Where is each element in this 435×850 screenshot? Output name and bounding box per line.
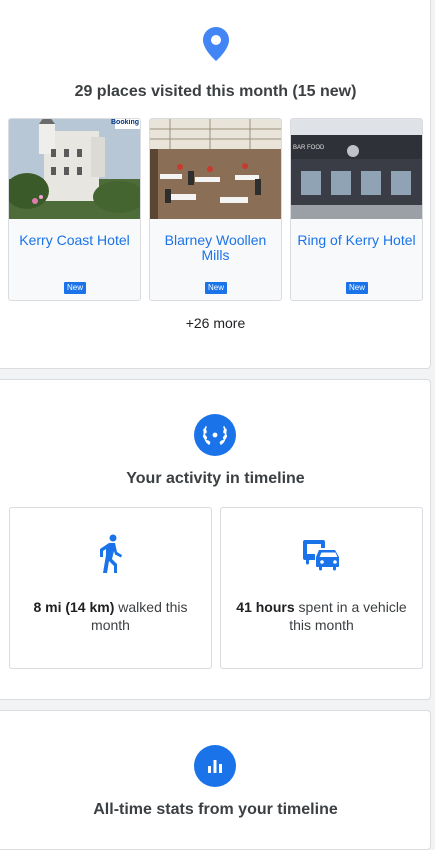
place-tile-kerry-coast-hotel[interactable]: Booking Kerry Coast Hotel New [8, 118, 141, 301]
laurel-wreath-icon [194, 414, 236, 456]
places-card: 29 places visited this month (15 new) Bo… [0, 0, 431, 369]
place-name: Kerry Coast Hotel [19, 232, 130, 248]
vehicle-suffix: spent in a vehicle this month [289, 599, 407, 633]
vehicle-icon [221, 534, 422, 574]
walking-distance: 8 mi (14 km) [33, 599, 115, 615]
bar-chart-icon [194, 745, 236, 787]
places-heading: 29 places visited this month (15 new) [74, 83, 357, 100]
vehicle-duration: 41 hours [236, 599, 295, 615]
place-photo: Booking [9, 119, 140, 219]
place-photo: BAR FOOD [291, 119, 422, 219]
place-tile-blarney-woollen-mills[interactable]: Blarney Woollen Mills New [149, 118, 282, 301]
more-places-link[interactable]: +26 more [0, 315, 431, 331]
walking-stat-text: 8 mi (14 km) walked this month [20, 598, 201, 634]
photo-sign-text: BAR FOOD [293, 145, 325, 151]
new-badge: New [64, 282, 86, 294]
stats-heading: All-time stats from your timeline [93, 801, 338, 818]
activity-heading: Your activity in timeline [126, 470, 305, 487]
vehicle-stat-text: 41 hours spent in a vehicle this month [231, 598, 412, 634]
walking-person-icon [10, 534, 211, 574]
location-pin-icon [203, 27, 229, 61]
photo-watermark: Booking [111, 119, 139, 126]
activity-card: Your activity in timeline 8 mi (14 km) w… [0, 379, 431, 700]
place-name: Ring of Kerry Hotel [297, 232, 416, 248]
place-photo [150, 119, 281, 219]
vehicle-stat-tile: 41 hours spent in a vehicle this month [220, 507, 423, 669]
new-badge: New [205, 282, 227, 294]
place-name: Blarney Woollen Mills [164, 232, 267, 263]
place-tile-ring-of-kerry-hotel[interactable]: BAR FOOD Ring of Kerry Hotel New [290, 118, 423, 301]
walking-stat-tile: 8 mi (14 km) walked this month [9, 507, 212, 669]
new-badge: New [346, 282, 368, 294]
stats-card: All-time stats from your timeline [0, 710, 431, 850]
